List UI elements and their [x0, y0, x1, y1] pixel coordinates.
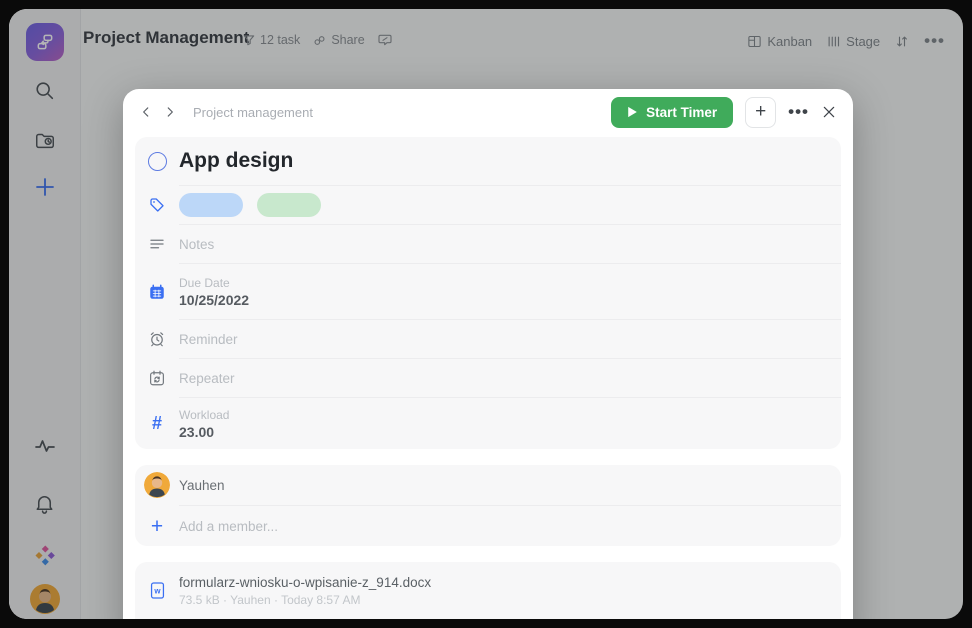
task-detail-modal: Project management Start Timer + •••	[123, 89, 853, 619]
calendar-icon	[146, 283, 168, 301]
notes-field[interactable]: Notes	[179, 237, 841, 252]
due-date-label: Due Date	[179, 276, 841, 290]
start-timer-button[interactable]: Start Timer	[611, 97, 733, 128]
workload-label: Workload	[179, 408, 841, 422]
breadcrumb[interactable]: Project management	[193, 105, 313, 120]
repeater-calendar-icon	[146, 369, 168, 387]
members-section: Yauhen + Add a member...	[135, 465, 841, 546]
modal-header: Project management Start Timer + •••	[123, 89, 853, 135]
member-row[interactable]: Yauhen	[135, 465, 841, 505]
add-member-plus-icon: +	[146, 516, 168, 537]
tag-pill-blue[interactable]	[179, 193, 243, 217]
svg-text:w: w	[153, 587, 161, 596]
prev-task-chevron-icon[interactable]	[139, 105, 153, 119]
file-name: formularz-wniosku-o-wpisanie-z_914.docx	[179, 575, 841, 590]
member-avatar	[144, 472, 170, 498]
tag-pill-green[interactable]	[257, 193, 321, 217]
file-meta: 73.5 kB · Yauhen · Today 8:57 AM	[179, 593, 841, 607]
word-doc-icon: w	[146, 581, 168, 600]
next-task-chevron-icon[interactable]	[163, 105, 177, 119]
reminder-field[interactable]: Reminder	[179, 332, 841, 347]
due-date-value: 10/25/2022	[179, 292, 841, 308]
notes-icon	[146, 235, 168, 253]
files-section: w formularz-wniosku-o-wpisanie-z_914.doc…	[135, 562, 841, 619]
file-row[interactable]: w formularz-wniosku-o-wpisanie-z_914.doc…	[135, 562, 841, 619]
add-member-placeholder: Add a member...	[179, 519, 841, 534]
add-member-row[interactable]: + Add a member...	[135, 506, 841, 546]
tag-icon	[146, 196, 168, 214]
add-button[interactable]: +	[745, 97, 776, 128]
alarm-clock-icon	[146, 330, 168, 348]
task-status-circle[interactable]	[148, 152, 167, 171]
task-title[interactable]: App design	[179, 149, 841, 173]
close-icon[interactable]	[821, 104, 837, 120]
workload-field[interactable]: Workload 23.00	[179, 408, 841, 440]
start-timer-label: Start Timer	[646, 105, 717, 120]
due-date-field[interactable]: Due Date 10/25/2022	[179, 276, 841, 308]
workload-value: 23.00	[179, 424, 841, 440]
play-icon	[627, 106, 638, 118]
more-button[interactable]: •••	[788, 102, 809, 122]
workload-hash-icon: #	[146, 413, 168, 434]
member-name: Yauhen	[179, 478, 841, 493]
repeater-field[interactable]: Repeater	[179, 371, 841, 386]
app-window: Project Management 12 task Share	[9, 9, 963, 619]
tags-list	[179, 193, 841, 217]
task-fields-section: App design	[135, 137, 841, 449]
